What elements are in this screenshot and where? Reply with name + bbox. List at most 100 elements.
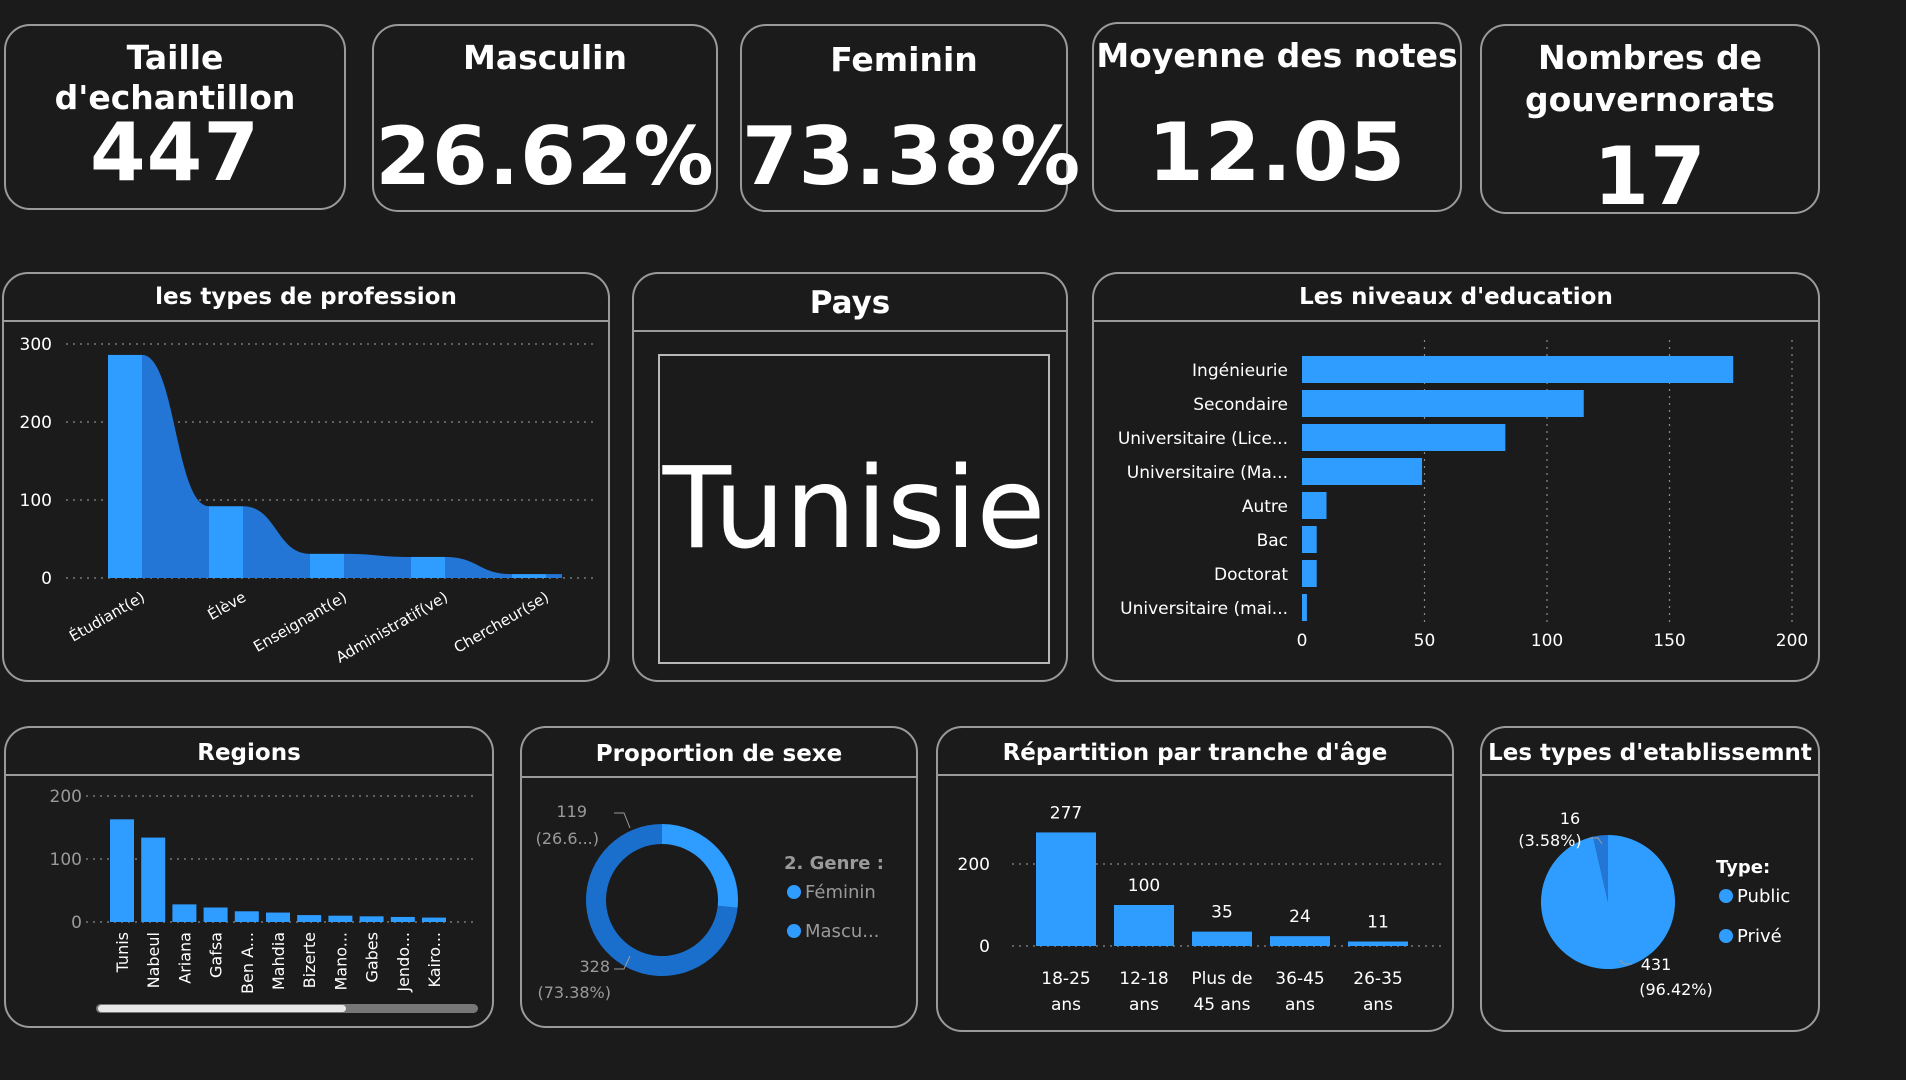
legend-marker: [1719, 889, 1733, 903]
region-bar: [390, 916, 415, 922]
profession-panel: les types de profession 0 100 200 300 Étudia…: [2, 272, 610, 682]
category-label: Universitaire (Lice...: [1118, 429, 1288, 449]
kpi-card-average-grade: Moyenne des notes 12.05: [1092, 22, 1462, 212]
slice-percent-label: (26.6...): [536, 829, 599, 848]
x-tick-label: Kairo...: [425, 932, 444, 987]
y-tick-label: 100: [50, 850, 82, 870]
age-bar: [1270, 936, 1330, 946]
legend-label: Public: [1737, 886, 1790, 907]
kpi-card-governorates: Nombres de gouvernorats 17: [1480, 24, 1820, 223]
education-bar: [1302, 492, 1327, 519]
establishment-panel: Les types d'etablissemnt 16 (3.58%) 431 (96…: [1480, 726, 1820, 1032]
kpi-title: Feminin: [830, 40, 978, 79]
x-tick-label: 100: [1531, 631, 1563, 651]
x-tick-label-line2: ans: [1129, 995, 1159, 1015]
category-label: Universitaire (mai...: [1120, 599, 1288, 619]
area-ribbon: [344, 553, 411, 578]
region-bar: [266, 912, 290, 922]
x-tick-label: Bizerte: [300, 932, 319, 988]
x-tick-label: 36-45: [1275, 969, 1324, 989]
slice-percent-label: (96.42%): [1639, 980, 1713, 999]
x-tick-label-line2: ans: [1363, 995, 1393, 1015]
age-bar: [1114, 905, 1174, 946]
kpi-value: 17: [1593, 130, 1707, 223]
legend-marker: [787, 924, 801, 938]
legend-title: Type:: [1716, 857, 1770, 878]
slice-value-label: 16: [1560, 809, 1580, 828]
region-bar: [297, 915, 322, 922]
x-tick-label: Chercheur(se): [451, 588, 552, 657]
x-tick-label: Gabes: [363, 932, 382, 983]
category-label: Doctorat: [1214, 565, 1288, 585]
x-tick-label: Ariana: [175, 932, 194, 984]
area-ribbon: [142, 354, 209, 578]
legend-title: 2. Genre :: [784, 853, 884, 874]
education-bar: [1302, 526, 1317, 553]
education-panel: Les niveaux d'education 0 50 100 150 200 Ingé…: [1092, 272, 1820, 682]
y-tick-label: 0: [41, 569, 52, 589]
kpi-title-line2: gouvernorats: [1524, 80, 1776, 119]
x-tick-label: Enseignant(e): [250, 588, 350, 656]
x-tick-label: Jendo...: [394, 932, 413, 993]
age-bar: [1192, 931, 1252, 946]
country-title: Pays: [634, 274, 1066, 332]
slice-value-label: 431: [1641, 955, 1672, 974]
education-bar: [1302, 594, 1307, 621]
category-label: Universitaire (Ma...: [1127, 463, 1288, 483]
kpi-card-male: Masculin 26.62%: [372, 24, 718, 212]
kpi-card-sample-size: Taille d'echantillon 447: [4, 24, 346, 210]
age-panel: Répartition par tranche d'âge 0 200 277 18-…: [936, 726, 1454, 1032]
kpi-value: 73.38%: [742, 110, 1082, 203]
x-tick-label: 26-35: [1353, 969, 1402, 989]
region-bar: [110, 819, 134, 922]
y-tick-label: 0: [979, 937, 990, 957]
kpi-card-female: Feminin 73.38%: [740, 24, 1082, 212]
establishment-chart: 16 (3.58%) 431 (96.42%) Type: Public Privé: [1518, 809, 1790, 999]
sex-proportion-chart: 119 (26.6...) 328 (73.38%) 2. Genre : Féminin…: [536, 802, 884, 1002]
legend-label: Privé: [1737, 926, 1782, 947]
profession-chart: 0 100 200 300 Étudiant(e) Élève Enseignant(e)A…: [20, 335, 594, 667]
slice-percent-label: (3.58%): [1518, 831, 1581, 850]
kpi-value: 12.05: [1147, 106, 1407, 199]
education-bar: [1302, 356, 1734, 383]
age-bar: [1036, 832, 1096, 946]
education-bar: [1302, 458, 1423, 485]
regions-chart: 0 100 200 Tunis Nabeul Ariana Gafsa Ben A... Mah…: [50, 787, 478, 1013]
kpi-value: 447: [90, 106, 260, 199]
region-bar: [203, 907, 228, 922]
kpi-title: Nombres de: [1537, 38, 1763, 77]
region-bar: [359, 916, 384, 922]
category-label: Autre: [1242, 497, 1288, 517]
x-tick-label: Nabeul: [144, 932, 163, 988]
sex-proportion-panel: Proportion de sexe 119 (26.6...) 328 (73.38…: [520, 726, 918, 1028]
y-tick-label: 200: [958, 855, 990, 875]
horizontal-scrollbar-thumb: [98, 1005, 346, 1012]
region-bar: [172, 904, 197, 922]
area-bar: [209, 506, 243, 578]
x-tick-label-line2: 45 ans: [1193, 995, 1250, 1015]
x-tick-label: Tunis: [113, 932, 132, 973]
legend-marker: [787, 885, 801, 899]
region-bar: [141, 837, 166, 922]
region-bar: [422, 917, 446, 922]
x-tick-label: 50: [1414, 631, 1436, 651]
x-tick-label: 12-18: [1119, 969, 1168, 989]
y-tick-label: 0: [71, 913, 82, 933]
slice-value-label: 119: [556, 802, 587, 821]
data-label: 35: [1211, 903, 1233, 923]
slice-value-label: 328: [579, 957, 610, 976]
x-tick-label: Plus de: [1191, 969, 1252, 989]
regions-panel: Regions 0 100 200 Tunis Nabeul Ariana Gafsa Ben…: [4, 726, 494, 1028]
area-bar: [310, 553, 344, 578]
category-label: Bac: [1257, 531, 1288, 551]
donut-slice: [662, 824, 738, 908]
legend-marker: [1719, 929, 1733, 943]
x-tick-label: Gafsa: [207, 932, 226, 978]
leader-line: [614, 812, 631, 829]
x-tick-label: Administratif(ve): [333, 588, 451, 667]
legend-label: Mascu...: [805, 921, 879, 942]
region-bar: [234, 911, 259, 922]
area-bar: [512, 574, 546, 578]
country-panel: Pays Tunisie: [632, 272, 1068, 682]
x-tick-label: 200: [1776, 631, 1808, 651]
